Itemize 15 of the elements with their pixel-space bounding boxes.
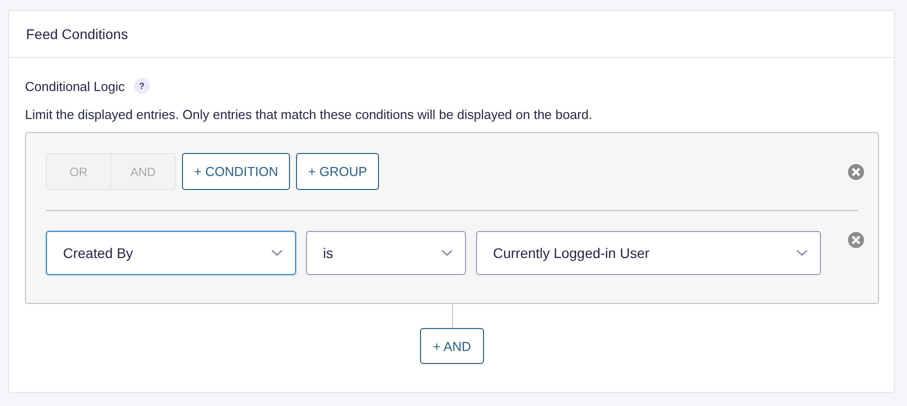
panel-title: Feed Conditions: [26, 26, 128, 42]
remove-icon[interactable]: [848, 164, 864, 180]
field-select[interactable]: Created By: [46, 231, 296, 275]
description-text: Limit the displayed entries. Only entries that match these conditions will be displayed on the board.: [25, 107, 594, 122]
operator-select[interactable]: is: [306, 231, 466, 275]
add-button[interactable]: + GROUP: [296, 153, 380, 190]
help-badge[interactable]: ?: [134, 78, 150, 94]
add-button[interactable]: + CONDITION: [182, 153, 290, 190]
chevron-down-icon: [271, 249, 283, 257]
remove-icon[interactable]: [848, 232, 864, 248]
value-select[interactable]: Currently Logged-in User: [476, 231, 821, 275]
add-and-button[interactable]: + AND: [420, 328, 484, 364]
chevron-down-icon: [441, 249, 453, 257]
field-label: Conditional Logic: [25, 78, 125, 94]
chevron-down-icon: [796, 249, 808, 257]
